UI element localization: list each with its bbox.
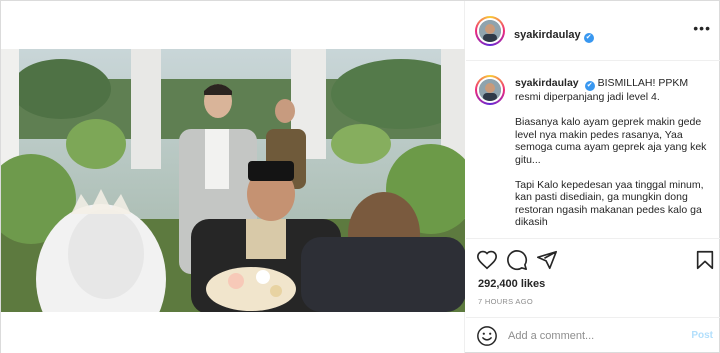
heart-icon[interactable] <box>476 249 498 271</box>
more-options-icon[interactable]: ••• <box>693 21 711 35</box>
instagram-post-window: syakirdaulay ✔ ••• syakirdaulay ✔ BISMILLAH… <box>0 0 720 353</box>
caption-scroll[interactable]: syakirdaulay ✔ BISMILLAH! PPKM resmi diper… <box>466 62 720 237</box>
header-username[interactable]: syakirdaulay <box>514 29 581 41</box>
caption: syakirdaulay ✔ BISMILLAH! PPKM resmi diper… <box>515 77 715 237</box>
comment-icon[interactable] <box>506 249 528 271</box>
post-photo[interactable] <box>1 49 465 312</box>
avatar-image <box>479 20 501 42</box>
caption-paragraph-2: Biasanya kalo ayam geprek makin gede lev… <box>515 116 707 166</box>
post-header: syakirdaulay ✔ ••• <box>466 1 720 61</box>
verified-badge-icon: ✔ <box>583 33 594 43</box>
comment-input[interactable] <box>508 328 678 344</box>
post-timestamp[interactable]: 7 HOURS AGO <box>478 297 533 306</box>
caption-avatar-image <box>479 79 501 101</box>
emoji-icon[interactable] <box>476 325 498 347</box>
likes-count[interactable]: 292,400 likes <box>478 278 545 290</box>
header-user: syakirdaulay ✔ <box>514 25 594 43</box>
caption-verified-icon: ✔ <box>584 81 595 91</box>
caption-avatar[interactable] <box>479 79 501 101</box>
post-comment-button[interactable]: Post <box>691 330 713 341</box>
caption-paragraph-3: Tapi Kalo kepedesan yaa tinggal minum, k… <box>515 178 704 229</box>
caption-username[interactable]: syakirdaulay <box>515 77 579 89</box>
post-sidebar: syakirdaulay ✔ ••• syakirdaulay ✔ BISMILLAH… <box>466 1 720 353</box>
media-panel <box>1 1 465 353</box>
bookmark-icon[interactable] <box>694 249 716 271</box>
wedding-photo-image <box>1 49 465 312</box>
avatar[interactable] <box>479 20 501 42</box>
caption-story-ring[interactable] <box>475 75 505 105</box>
action-bar: 292,400 likes 7 HOURS AGO <box>466 238 720 323</box>
share-icon[interactable] <box>536 249 558 271</box>
comment-bar: Post <box>466 317 720 353</box>
story-ring[interactable] <box>475 16 505 46</box>
